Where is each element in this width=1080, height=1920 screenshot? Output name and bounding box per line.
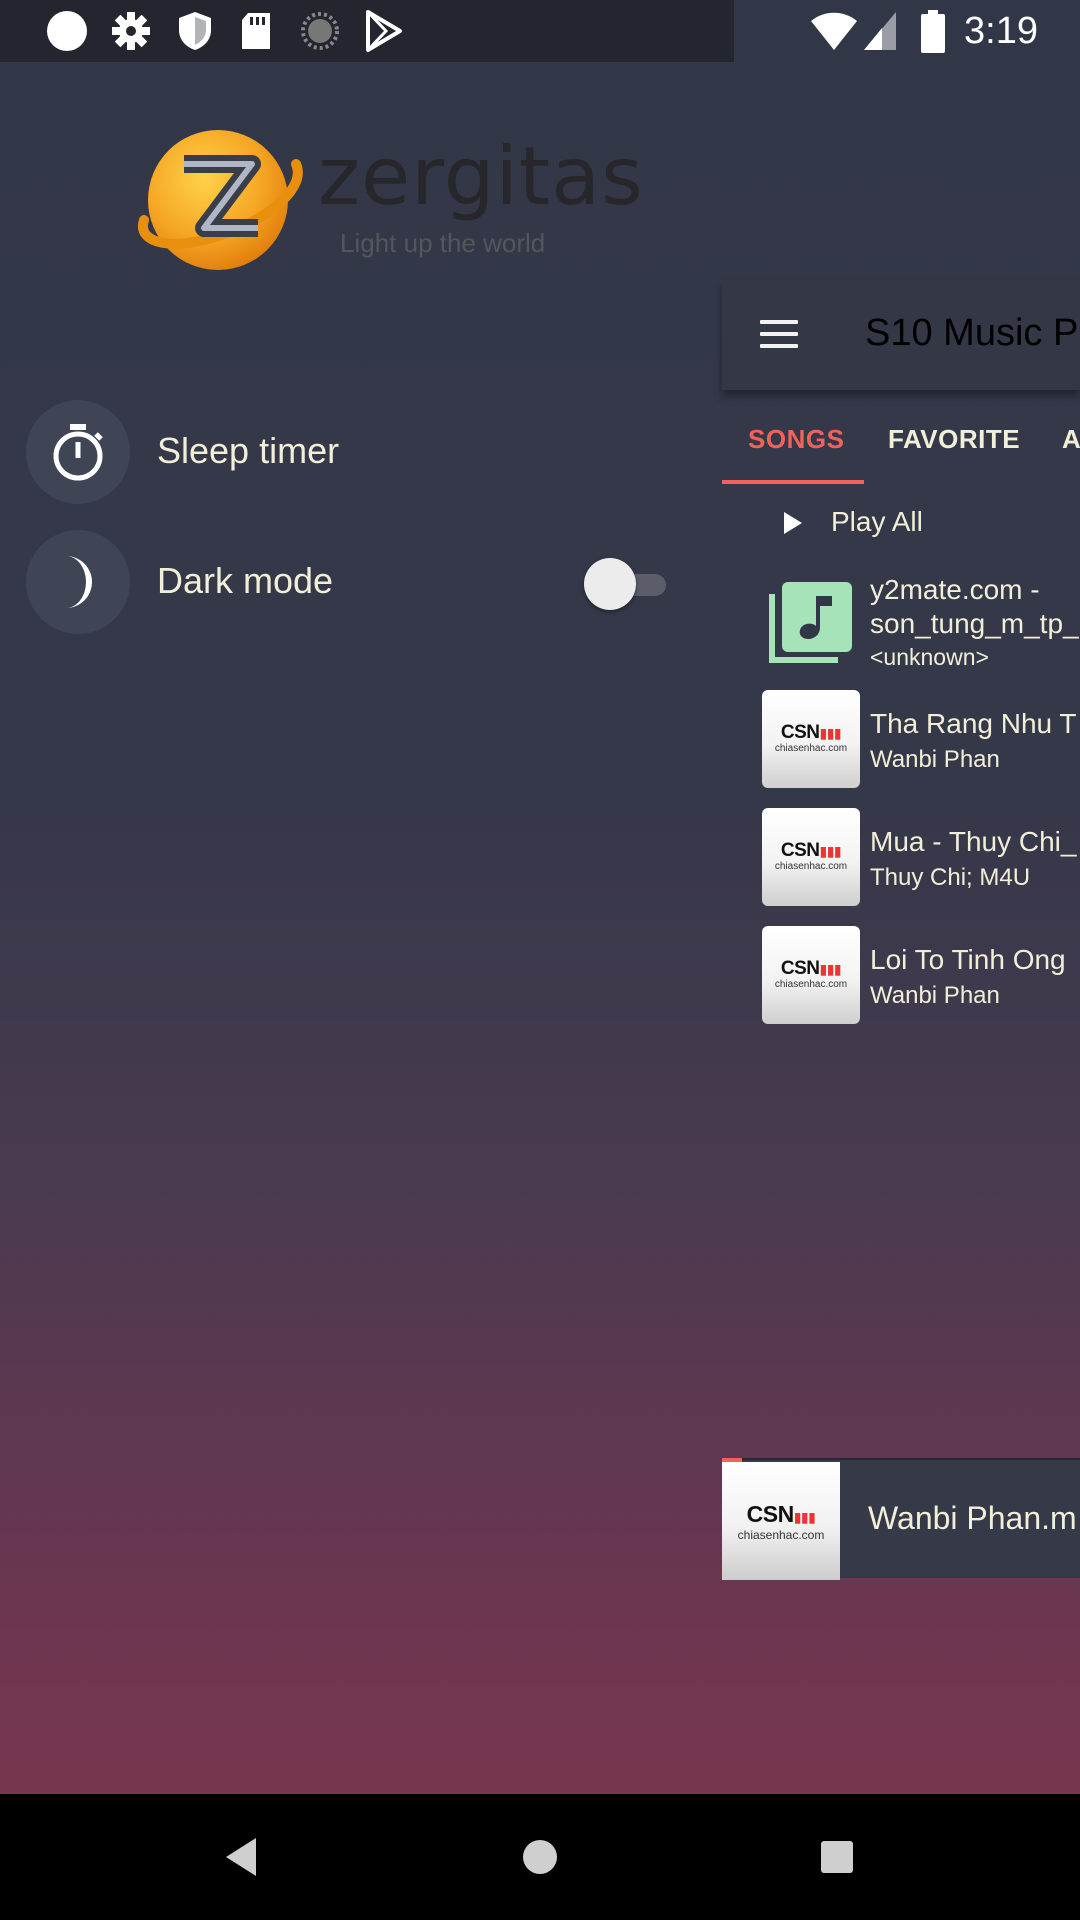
song-artist: <unknown>: [870, 644, 989, 670]
home-icon[interactable]: [507, 1824, 573, 1890]
toggle-thumb: [584, 558, 636, 610]
tab-albums[interactable]: A: [1062, 424, 1080, 455]
gear-icon: [112, 12, 150, 50]
back-icon[interactable]: [208, 1824, 274, 1890]
play-all-label: Play All: [831, 506, 923, 537]
status-bar: [0, 0, 734, 62]
song-artist: Thuy Chi; M4U: [870, 864, 1031, 891]
clock: 3:19: [964, 10, 1038, 52]
list-item[interactable]: CSN▮▮▮ chiasenhac.com Mua - Thuy Chi_ Th…: [722, 808, 1080, 918]
app-toolbar: S10 Music P: [722, 280, 1080, 390]
tab-indicator: [722, 480, 864, 484]
mini-player[interactable]: CSN▮▮▮ chiasenhac.com Wanbi Phan.m: [722, 1458, 1080, 1580]
list-item[interactable]: CSN▮▮▮ chiasenhac.com Tha Rang Nhu T Wan…: [722, 690, 1080, 800]
moon-icon: [26, 530, 130, 634]
music-note-icon: [769, 582, 852, 663]
status-bar-right: 3:19: [734, 0, 1080, 62]
song-title: Mua - Thuy Chi_: [870, 826, 1077, 857]
dark-mode-label: Dark mode: [157, 560, 334, 601]
brand-tagline: Light up the world: [340, 228, 546, 258]
mini-album-art: CSN▮▮▮ chiasenhac.com: [722, 1462, 840, 1580]
dark-mode-item[interactable]: Dark mode: [26, 530, 676, 636]
play-icon: [784, 512, 802, 534]
app-title: S10 Music P: [865, 312, 1079, 354]
battery-icon: [921, 10, 945, 53]
album-art: CSN▮▮▮ chiasenhac.com: [762, 926, 860, 1024]
tab-songs[interactable]: SONGS: [748, 424, 844, 455]
dark-mode-toggle[interactable]: [584, 558, 668, 610]
song-title: Loi To Tinh Ong: [870, 944, 1066, 975]
album-art: CSN▮▮▮ chiasenhac.com: [762, 808, 860, 906]
album-art: CSN▮▮▮ chiasenhac.com: [762, 690, 860, 788]
play-store-icon: [366, 10, 402, 52]
wifi-icon: [811, 12, 857, 50]
stopwatch-icon: [26, 400, 130, 504]
mini-player-title: Wanbi Phan.m: [868, 1500, 1077, 1536]
sleep-timer-label: Sleep timer: [157, 430, 340, 471]
spinner-icon: [301, 12, 339, 50]
brand-name: zergitas: [318, 130, 644, 223]
sleep-timer-item[interactable]: Sleep timer: [26, 400, 676, 506]
menu-icon[interactable]: [760, 320, 798, 348]
brand-logo: zergitas Light up the world: [134, 124, 643, 274]
system-nav-bar: [0, 1794, 1080, 1920]
list-item[interactable]: y2mate.com - son_tung_m_tp_ <unknown>: [722, 570, 1080, 670]
tab-bar: SONGS FAVORITE A: [722, 412, 1080, 484]
signal-icon: [864, 12, 896, 50]
sd-card-icon: [242, 13, 270, 49]
song-title: y2mate.com -: [870, 574, 1040, 605]
tab-favorite[interactable]: FAVORITE: [888, 424, 1020, 455]
circle-icon: [47, 11, 87, 51]
zergitas-logo-icon: [138, 130, 303, 270]
song-title-cont: son_tung_m_tp_: [870, 608, 1079, 639]
song-artist: Wanbi Phan: [870, 982, 1000, 1009]
recents-icon[interactable]: [804, 1824, 870, 1890]
list-item[interactable]: CSN▮▮▮ chiasenhac.com Loi To Tinh Ong Wa…: [722, 926, 1080, 1036]
song-title: Tha Rang Nhu T: [870, 708, 1077, 739]
shield-icon: [179, 12, 211, 50]
song-artist: Wanbi Phan: [870, 746, 1000, 773]
